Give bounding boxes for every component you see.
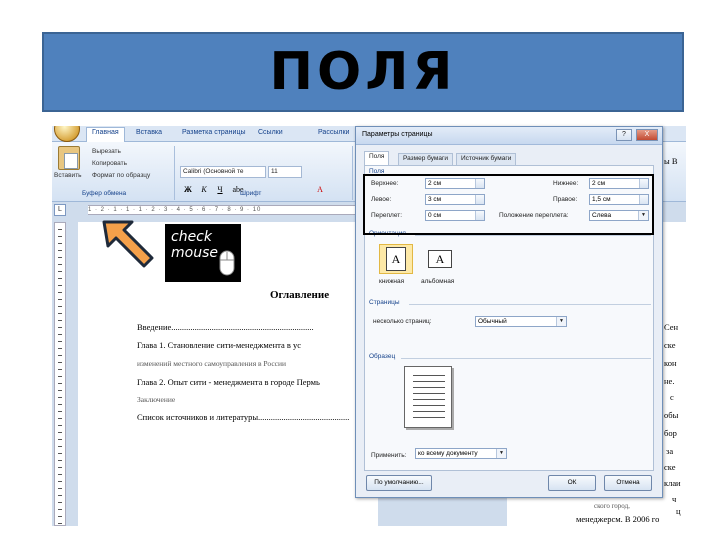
tab-home[interactable]: Главная (86, 127, 125, 142)
pages-section-label: Страницы (369, 299, 400, 306)
format-painter-button[interactable]: Формат по образцу (92, 172, 150, 179)
doc-fragment: ске (664, 462, 676, 472)
section-divider (415, 235, 651, 236)
portrait-button[interactable]: A (379, 244, 413, 274)
italic-button[interactable]: К (198, 184, 210, 196)
copy-button[interactable]: Копировать (92, 160, 127, 167)
toc-line: Глава 1. Становление сити-менеджмента в … (137, 340, 301, 350)
doc-fragment: ы В (664, 156, 678, 166)
tab-page-layout[interactable]: Разметка страницы (182, 129, 246, 136)
tab-mailings[interactable]: Рассылки (318, 129, 349, 136)
apply-to-select[interactable]: ко всему документу ▼ (415, 448, 507, 459)
doc-fragment: не. (664, 376, 675, 386)
group-divider (352, 146, 353, 200)
margins-highlight-box (363, 174, 654, 235)
apply-to-label: Применить: (371, 452, 407, 459)
paste-button[interactable]: Вставить (54, 172, 82, 179)
chevron-down-icon[interactable]: ▼ (496, 449, 506, 458)
logo-line2: mouse (171, 245, 218, 261)
portrait-label: книжная (379, 278, 405, 285)
font-group-label: Шрифт (240, 190, 262, 197)
logo-line1: check (171, 229, 212, 245)
cut-button[interactable]: Вырезать (92, 148, 121, 155)
font-size-combo[interactable]: 11 (268, 166, 302, 178)
slide-title: ПОЛЯ (269, 42, 457, 102)
ok-button[interactable]: ОК (548, 475, 596, 491)
sample-section-label: Образец (369, 353, 396, 360)
tab-selector[interactable]: L (54, 204, 66, 216)
apply-to-value: ко всему документу (418, 450, 478, 457)
font-color-button[interactable]: A (314, 184, 326, 196)
toc-line: Глава 2. Опыт сити - менеджмента в город… (137, 377, 320, 387)
portrait-icon: A (386, 247, 406, 271)
tab-paper-size[interactable]: Размер бумаги (398, 153, 453, 165)
doc-fragment: ского город, (594, 502, 630, 510)
landscape-button[interactable]: A (423, 244, 457, 274)
doc-fragment: обы (664, 410, 679, 420)
doc-fragment: Сен (664, 322, 679, 332)
multiple-pages-select[interactable]: Обычный ▼ (475, 316, 567, 327)
doc-fragment: менеджерсм. В 2006 го (576, 514, 660, 524)
help-icon[interactable]: ? (616, 129, 632, 141)
doc-fragment: кла (664, 478, 677, 488)
toc-line: Заключение (137, 395, 176, 404)
check-mouse-logo: check mouse (165, 224, 241, 282)
cancel-button[interactable]: Отмена (604, 475, 652, 491)
landscape-icon: A (428, 250, 452, 268)
landscape-label: альбомная (421, 278, 455, 285)
multiple-pages-value: Обычный (478, 318, 507, 325)
office-button[interactable] (54, 126, 80, 142)
toc-title: Оглавление (270, 289, 330, 301)
doc-fragment: ске (664, 340, 676, 350)
doc-fragment: кон (664, 358, 677, 368)
toc-line: изменений местного самоуправления в Росс… (137, 359, 287, 368)
bold-button[interactable]: Ж (182, 184, 194, 196)
doc-fragment: ч (672, 494, 677, 504)
clipboard-group-label: Буфер обмена (82, 190, 127, 197)
chevron-down-icon[interactable]: ▼ (556, 317, 566, 326)
doc-fragment: с (670, 392, 674, 402)
default-button[interactable]: По умолчанию... (366, 475, 432, 491)
dialog-titlebar: Параметры страницы ? X (356, 127, 662, 145)
toc-line: Список источников и литературы..........… (137, 412, 350, 422)
group-divider (174, 146, 175, 200)
font-name-combo[interactable]: Calibri (Основной те (180, 166, 266, 178)
toc-line: Введение................................… (137, 322, 314, 332)
section-divider (409, 304, 651, 305)
doc-fragment: ц (676, 506, 681, 516)
paste-icon[interactable] (58, 146, 80, 170)
underline-button[interactable]: Ч (214, 184, 226, 196)
tab-insert[interactable]: Вставка (136, 129, 162, 136)
doc-fragment: за (666, 446, 674, 456)
tab-references[interactable]: Ссылки (258, 129, 283, 136)
close-icon[interactable]: X (636, 129, 658, 141)
tab-margins[interactable]: Поля (364, 151, 390, 165)
sample-preview-page (404, 366, 452, 428)
section-divider (401, 358, 651, 359)
mouse-icon (219, 250, 235, 276)
dialog-title: Параметры страницы (362, 131, 433, 138)
multiple-pages-label: несколько страниц: (373, 318, 432, 325)
tab-paper-source[interactable]: Источник бумаги (456, 153, 517, 165)
arrow-icon (102, 220, 154, 268)
doc-fragment: и (676, 478, 681, 488)
vertical-ruler[interactable] (54, 222, 66, 526)
title-banner: ПОЛЯ (42, 32, 684, 112)
slide: ПОЛЯ Главная Вставка Разметка страницы С… (0, 0, 720, 540)
doc-fragment: бор (664, 428, 677, 438)
